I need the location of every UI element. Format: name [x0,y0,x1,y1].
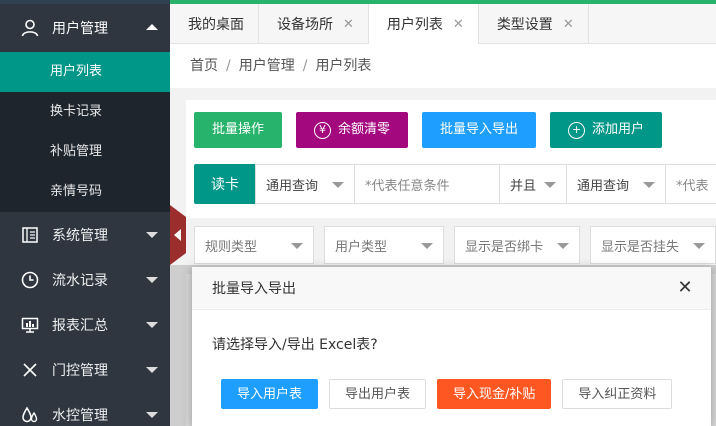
dialog-header: 批量导入导出 ✕ [192,267,711,310]
chevron-down-icon [146,367,158,373]
batch-import-export-button[interactable]: 批量导入导出 [422,112,537,148]
sidebar-subitem-subsidy-management[interactable]: 补贴管理 [0,132,170,172]
tab-bar: 我的桌面 设备场所 ✕ 用户列表 ✕ 类型设置 ✕ [170,4,716,44]
breadcrumb-separator: / [226,58,231,74]
query-condition-input-2[interactable]: *代表 [665,164,716,204]
button-label: 批量导入导出 [440,122,519,137]
tab-label: 设备场所 [277,17,333,33]
export-users-button[interactable]: 导出用户表 [329,379,427,409]
close-icon[interactable]: ✕ [675,278,695,298]
button-label: 余额清零 [338,122,391,137]
close-icon[interactable]: ✕ [563,17,574,32]
query-condition-input[interactable]: *代表任意条件 [354,164,500,204]
logic-select[interactable]: 并且 [499,164,567,204]
chevron-up-icon [146,24,158,30]
query-mode-select-2[interactable]: 通用查询 [566,164,666,204]
breadcrumb-user-management[interactable]: 用户管理 [239,58,295,74]
user-icon [20,18,40,38]
batch-operation-button[interactable]: 批量操作 [194,112,283,148]
sidebar-item-door-control[interactable]: 门控管理 [0,347,170,392]
sidebar-submenu: 用户列表 换卡记录 补贴管理 亲情号码 [0,52,170,212]
sidebar-subitem-user-list[interactable]: 用户列表 [0,52,170,92]
chevron-down-icon [332,182,344,188]
balance-clear-button[interactable]: ¥ 余额清零 [296,112,409,148]
chevron-left-icon [174,229,181,241]
close-icon[interactable]: ✕ [343,17,354,32]
sidebar-item-system-management[interactable]: 系统管理 [0,212,170,257]
sidebar-subitem-family-number[interactable]: 亲情号码 [0,172,170,212]
select-placeholder: 规则类型 [205,239,258,255]
select-placeholder: 用户类型 [335,239,388,255]
chevron-down-icon [544,182,556,188]
user-type-select[interactable]: 用户类型 [324,226,444,264]
query-row: 读卡 通用查询 *代表任意条件 并且 通用查询 *代表 [194,164,716,204]
breadcrumb-separator: / [302,58,308,74]
water-drops-icon [20,405,40,425]
tab-user-list[interactable]: 用户列表 ✕ [368,4,479,44]
yen-icon: ¥ [314,121,332,139]
select-value: 通用查询 [266,178,319,194]
import-cash-subsidy-button[interactable]: 导入现金/补贴 [437,379,552,409]
chevron-down-icon [146,412,158,418]
plus-icon: + [568,121,586,139]
system-icon [20,225,40,245]
import-correction-button[interactable]: 导入纠正资料 [562,379,673,409]
sidebar-item-label: 用户管理 [52,21,108,37]
tab-label: 我的桌面 [188,17,244,33]
breadcrumb-user-list: 用户列表 [315,58,372,74]
lost-status-display-select[interactable]: 显示是否挂失 [590,226,716,264]
chevron-down-icon [146,232,158,238]
import-export-dialog: 批量导入导出 ✕ 请选择导入/导出 Excel表? 导入用户表 导出用户表 导入… [192,267,711,426]
dialog-buttons: 导入用户表 导出用户表 导入现金/补贴 导入纠正资料 [221,379,683,409]
close-icon[interactable]: ✕ [453,17,464,32]
sidebar: 用户管理 用户列表 换卡记录 补贴管理 亲情号码 系统管理 流水记录 报表汇总 … [0,4,170,426]
tab-label: 用户列表 [386,17,443,33]
sidebar-item-label: 系统管理 [52,227,108,244]
chevron-down-icon [146,322,158,328]
sidebar-item-label: 报表汇总 [52,317,108,334]
dialog-message: 请选择导入/导出 Excel表? [212,337,378,353]
tab-my-desktop[interactable]: 我的桌面 [170,4,259,44]
sidebar-item-water-control[interactable]: 水控管理 [0,392,170,426]
tab-type-settings[interactable]: 类型设置 ✕ [479,4,589,44]
dialog-title: 批量导入导出 [212,281,296,297]
bind-card-display-select[interactable]: 显示是否绑卡 [454,226,580,264]
sidebar-subitem-card-change-record[interactable]: 换卡记录 [0,92,170,132]
sidebar-item-report-summary[interactable]: 报表汇总 [0,302,170,347]
chevron-down-icon [693,243,705,249]
select-value: 并且 [510,178,537,194]
button-label: 批量操作 [212,122,265,137]
chevron-down-icon [421,243,433,249]
clock-icon [20,270,40,290]
import-users-button[interactable]: 导入用户表 [221,379,319,409]
button-label: 添加用户 [592,122,645,137]
sidebar-item-label: 流水记录 [52,272,108,289]
read-card-button[interactable]: 读卡 [194,164,256,204]
select-value: 通用查询 [577,178,630,194]
close-x-icon [20,360,40,380]
add-user-button[interactable]: + 添加用户 [550,112,663,148]
toolbar: 批量操作 ¥ 余额清零 批量导入导出 + 添加用户 [194,112,676,148]
select-placeholder: 显示是否绑卡 [465,239,544,255]
chevron-down-icon [557,243,569,249]
chevron-down-icon [291,243,303,249]
select-placeholder: 显示是否挂失 [601,239,680,255]
report-icon [20,315,40,335]
query-mode-select[interactable]: 通用查询 [255,164,355,204]
sidebar-item-label: 门控管理 [52,362,108,379]
tab-label: 类型设置 [496,17,553,33]
rule-type-select[interactable]: 规则类型 [194,226,314,264]
breadcrumb-home[interactable]: 首页 [190,58,218,74]
tab-device-location[interactable]: 设备场所 ✕ [259,4,369,44]
sidebar-item-transaction-record[interactable]: 流水记录 [0,257,170,302]
sidebar-item-label: 水控管理 [52,407,108,424]
sidebar-item-user-management[interactable]: 用户管理 [0,4,170,52]
chevron-down-icon [146,277,158,283]
breadcrumb: 首页 / 用户管理 / 用户列表 [170,44,716,88]
chevron-down-icon [643,182,655,188]
